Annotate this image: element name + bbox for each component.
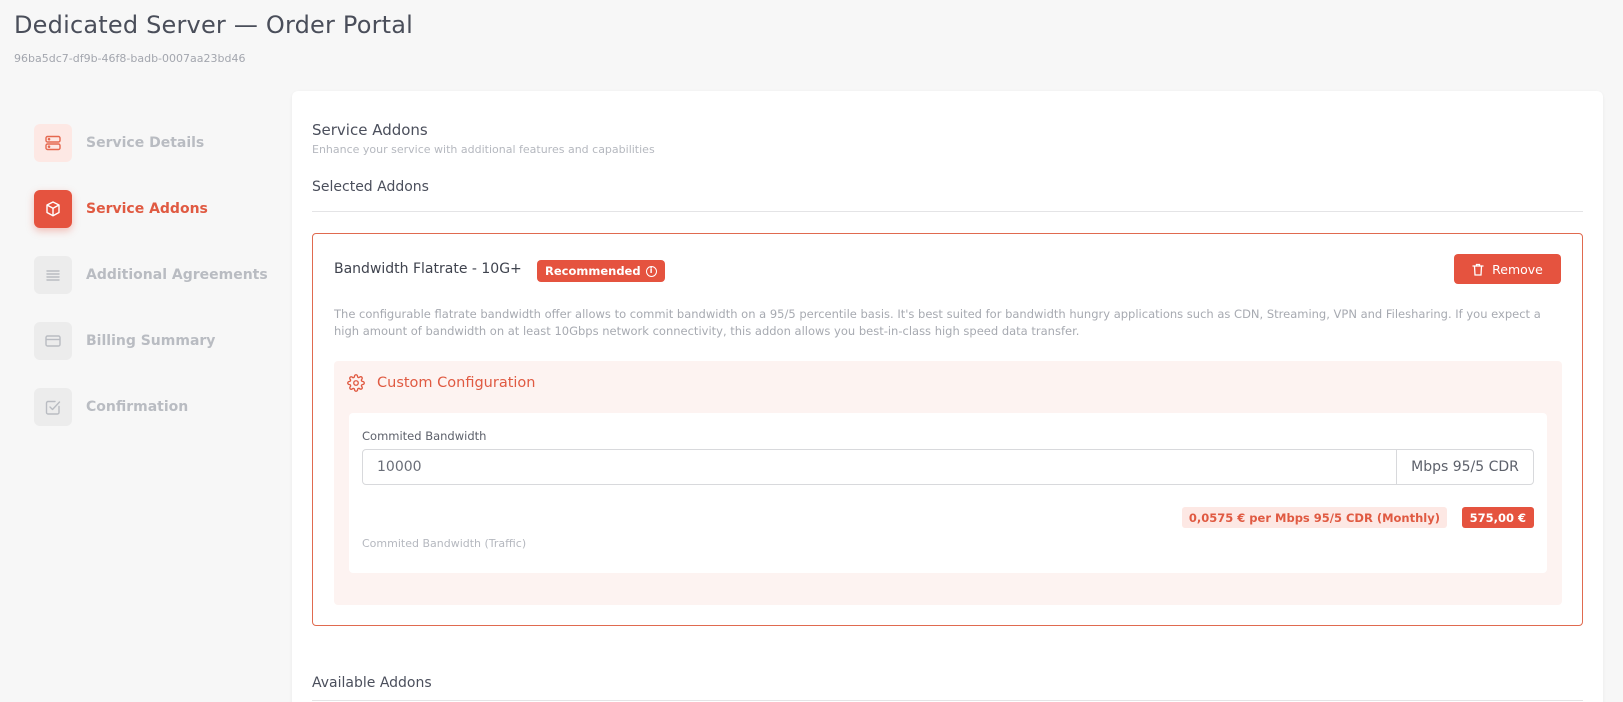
config-heading-label: Custom Configuration: [377, 375, 536, 391]
page-title: Dedicated Server — Order Portal: [14, 11, 414, 39]
order-id: 96ba5dc7-df9b-46f8-badb-0007aa23bd46: [14, 52, 246, 65]
step-service-addons[interactable]: Service Addons: [34, 190, 284, 228]
step-additional-agreements[interactable]: Additional Agreements: [34, 256, 284, 294]
addon-name: Bandwidth Flatrate - 10G+: [334, 261, 522, 277]
step-label: Billing Summary: [86, 333, 216, 349]
selected-addon-card: Bandwidth Flatrate - 10G+ Recommended i …: [312, 233, 1583, 626]
server-icon: [34, 124, 72, 162]
unit-price-badge: 0,0575 € per Mbps 95/5 CDR (Monthly): [1181, 507, 1447, 528]
lines-icon: [34, 256, 72, 294]
addons-card: Service Addons Enhance your service with…: [292, 91, 1603, 702]
box-icon: [34, 190, 72, 228]
addon-description: The configurable flatrate bandwidth offe…: [334, 307, 1541, 338]
step-label: Additional Agreements: [86, 267, 268, 283]
remove-label: Remove: [1492, 261, 1543, 277]
step-billing-summary[interactable]: Billing Summary: [34, 322, 284, 360]
bandwidth-field-caption: Commited Bandwidth (Traffic): [362, 537, 527, 550]
checkbox-icon: [34, 388, 72, 426]
section-title: Service Addons: [312, 121, 428, 139]
recommended-badge: Recommended i: [537, 260, 665, 282]
divider: [312, 211, 1583, 212]
order-steps: Service Details Service Addons Additiona…: [34, 124, 284, 454]
bandwidth-field-label: Commited Bandwidth: [362, 429, 487, 443]
custom-configuration: Custom Configuration Commited Bandwidth …: [334, 361, 1562, 605]
divider: [312, 700, 1583, 701]
bandwidth-config-panel: Commited Bandwidth Mbps 95/5 CDR 0,0575 …: [349, 413, 1547, 573]
bandwidth-input-group: Mbps 95/5 CDR: [362, 449, 1534, 485]
total-price-badge: 575,00 €: [1461, 507, 1534, 528]
selected-addons-heading: Selected Addons: [312, 179, 429, 195]
bandwidth-unit: Mbps 95/5 CDR: [1396, 450, 1533, 484]
step-label: Service Addons: [86, 201, 208, 217]
available-addons-heading: Available Addons: [312, 675, 432, 691]
card-icon: [34, 322, 72, 360]
step-confirmation[interactable]: Confirmation: [34, 388, 284, 426]
step-label: Confirmation: [86, 399, 189, 415]
step-service-details[interactable]: Service Details: [34, 124, 284, 162]
step-label: Service Details: [86, 135, 205, 151]
section-subtitle: Enhance your service with additional fea…: [312, 143, 655, 156]
trash-icon: [1472, 263, 1484, 276]
remove-button[interactable]: Remove: [1454, 254, 1561, 284]
config-heading: Custom Configuration: [347, 374, 536, 392]
info-icon[interactable]: i: [645, 265, 657, 277]
gear-icon: [347, 374, 365, 392]
bandwidth-input[interactable]: [363, 450, 1396, 484]
badge-label: Recommended: [545, 264, 641, 278]
